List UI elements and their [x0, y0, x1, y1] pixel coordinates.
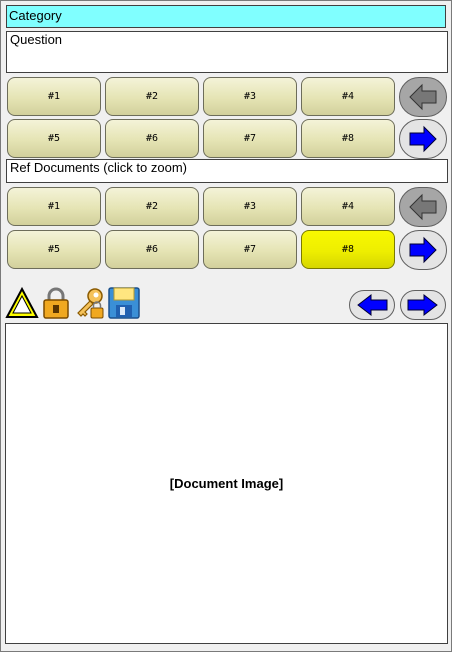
answers-prev-button[interactable] — [399, 77, 447, 117]
ref-doc-button-5[interactable]: #5 — [7, 230, 101, 269]
answer-button-8[interactable]: #8 — [301, 119, 395, 158]
answer-button-2[interactable]: #2 — [105, 77, 199, 116]
category-bar: Category — [6, 5, 446, 28]
arrow-left-icon — [409, 193, 437, 221]
ref-docs-next-button[interactable] — [399, 230, 447, 270]
answer-button-6[interactable]: #6 — [105, 119, 199, 158]
warning-icon — [5, 287, 39, 318]
save-button[interactable] — [107, 286, 141, 320]
arrow-right-icon — [407, 293, 438, 317]
ref-doc-button-8[interactable]: #8 — [301, 230, 395, 269]
app-window: Category Question #1 #2 #3 #4 #5 #6 #7 #… — [0, 0, 452, 652]
answer-button-5[interactable]: #5 — [7, 119, 101, 158]
lock-icon — [43, 287, 69, 319]
lock-button[interactable] — [39, 286, 73, 320]
answer-button-7[interactable]: #7 — [203, 119, 297, 158]
key-button[interactable] — [73, 286, 107, 320]
arrow-right-icon — [409, 125, 437, 153]
ref-doc-button-2[interactable]: #2 — [105, 187, 199, 226]
answer-button-1[interactable]: #1 — [7, 77, 101, 116]
ref-doc-button-6[interactable]: #6 — [105, 230, 199, 269]
arrow-left-icon — [357, 293, 388, 317]
ref-doc-button-4[interactable]: #4 — [301, 187, 395, 226]
document-image-area[interactable]: [Document Image] — [5, 323, 448, 644]
arrow-right-icon — [409, 236, 437, 264]
save-icon — [108, 287, 140, 319]
answer-button-4[interactable]: #4 — [301, 77, 395, 116]
document-prev-button[interactable] — [349, 290, 395, 320]
warning-button[interactable] — [5, 286, 39, 320]
document-image-placeholder: [Document Image] — [169, 476, 284, 491]
ref-doc-button-1[interactable]: #1 — [7, 187, 101, 226]
answers-next-button[interactable] — [399, 119, 447, 159]
ref-doc-button-7[interactable]: #7 — [203, 230, 297, 269]
document-next-button[interactable] — [400, 290, 446, 320]
key-icon — [77, 288, 104, 319]
ref-docs-prev-button[interactable] — [399, 187, 447, 227]
answer-button-3[interactable]: #3 — [203, 77, 297, 116]
ref-documents-label: Ref Documents (click to zoom) — [6, 159, 448, 183]
question-box: Question — [6, 31, 448, 73]
ref-doc-button-3[interactable]: #3 — [203, 187, 297, 226]
arrow-left-icon — [409, 83, 437, 111]
